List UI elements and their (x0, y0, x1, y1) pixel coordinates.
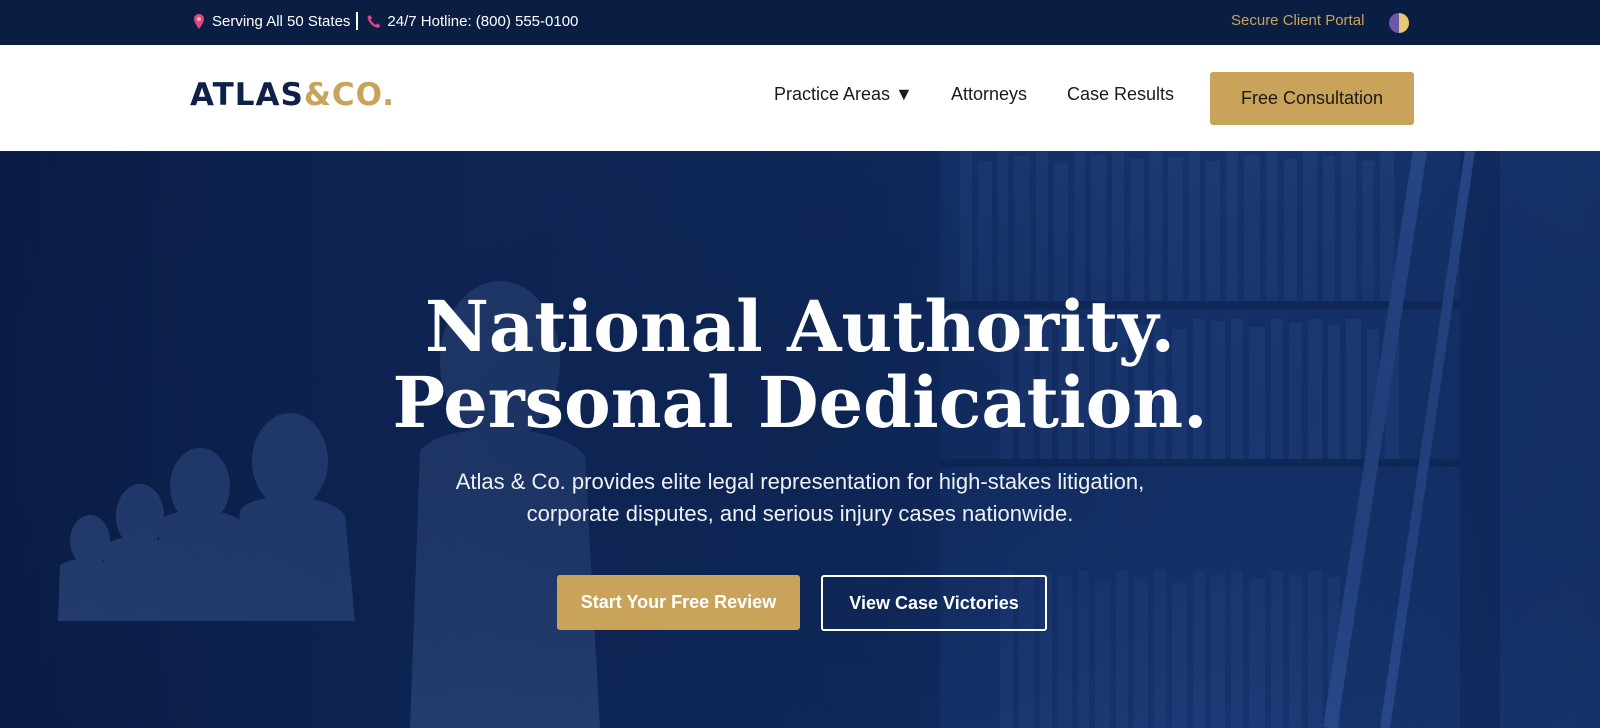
logo-accent: &CO. (303, 77, 396, 113)
view-case-victories-button[interactable]: View Case Victories (821, 575, 1047, 631)
phone-icon (367, 13, 381, 29)
site-logo[interactable]: ATLAS&CO. (190, 77, 395, 113)
half-moon-theme-icon[interactable] (1389, 13, 1409, 33)
secure-client-portal-link[interactable]: Secure Client Portal (1231, 12, 1364, 29)
hero-headline-line1: National Authority. (424, 285, 1176, 368)
free-consultation-button[interactable]: Free Consultation (1210, 72, 1414, 125)
nav-practice-areas[interactable]: Practice Areas ▼ (774, 84, 913, 105)
nav-case-results[interactable]: Case Results (1067, 84, 1174, 105)
top-info-bar: Serving All 50 States 24/7 Hotline: (800… (0, 0, 1600, 45)
contact-info: Serving All 50 States 24/7 Hotline: (800… (192, 12, 578, 30)
nav-attorneys[interactable]: Attorneys (951, 84, 1027, 105)
hero-headline: National Authority. Personal Dedication. (0, 289, 1600, 441)
hero-subtitle: Atlas & Co. provides elite legal represe… (0, 466, 1600, 530)
hotline-link[interactable]: 24/7 Hotline: (800) 555-0100 (387, 13, 578, 30)
map-pin-icon (192, 13, 206, 29)
hero-subtitle-line2: corporate disputes, and serious injury c… (526, 501, 1074, 526)
hero-section: National Authority. Personal Dedication.… (0, 151, 1600, 728)
logo-wordmark: ATLAS (190, 77, 304, 113)
hero-subtitle-line1: Atlas & Co. provides elite legal represe… (455, 469, 1145, 494)
site-header: ATLAS&CO. Practice Areas ▼ Attorneys Cas… (0, 45, 1600, 151)
hero-headline-line2: Personal Dedication. (392, 361, 1208, 444)
divider (356, 12, 359, 30)
start-free-review-button[interactable]: Start Your Free Review (557, 575, 800, 630)
service-area-text: Serving All 50 States (212, 12, 351, 30)
